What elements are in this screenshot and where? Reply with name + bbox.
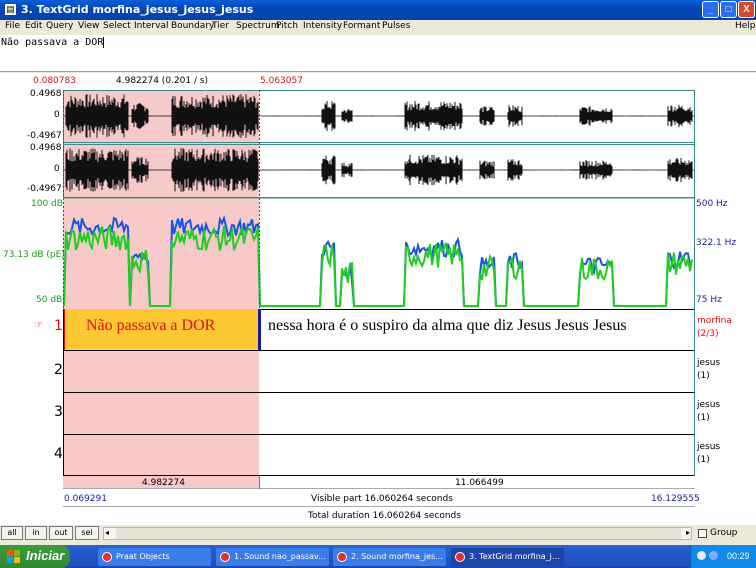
group-label: Group bbox=[710, 528, 738, 538]
tier-3[interactable] bbox=[63, 392, 695, 434]
tier-3-number[interactable]: 3 bbox=[54, 404, 63, 420]
taskbar-item-label: 2. Sound morfina_jes... bbox=[351, 552, 443, 561]
minimize-button[interactable]: _ bbox=[702, 1, 719, 18]
windows-flag-icon bbox=[7, 550, 20, 563]
menu-intensity[interactable]: Intensity bbox=[303, 21, 342, 31]
volume-icon[interactable] bbox=[697, 551, 706, 560]
start-button[interactable]: Iniciar bbox=[0, 545, 70, 568]
taskbar-item-sound-1[interactable]: 1. Sound nao_passav... bbox=[216, 548, 329, 566]
interval-text-field[interactable]: Não passava a DOR bbox=[0, 35, 756, 72]
zoom-selection-button[interactable]: sel bbox=[75, 526, 99, 540]
horizontal-scrollbar[interactable]: ◂ ▸ bbox=[103, 527, 692, 540]
menu-edit[interactable]: Edit bbox=[25, 21, 42, 31]
menu-bar: File Edit Query View Select Interval Bou… bbox=[0, 20, 756, 34]
tier-4-name: jesus bbox=[697, 442, 721, 452]
intensity-curve bbox=[63, 225, 693, 307]
menu-spectrum[interactable]: Spectrum bbox=[236, 21, 280, 31]
menu-pulses[interactable]: Pulses bbox=[382, 21, 410, 31]
menu-boundary[interactable]: Boundary bbox=[171, 21, 214, 31]
visible-end-time: 16.129555 bbox=[651, 494, 700, 504]
taskbar-item-label: 3. TextGrid morfina_j... bbox=[469, 552, 560, 561]
hand-pointer-icon: ☞ bbox=[34, 320, 43, 331]
title-bar[interactable]: ▤ 3. TextGrid morfina_jesus_jesus_jesus … bbox=[0, 0, 756, 20]
tier-4[interactable] bbox=[63, 434, 695, 476]
tier-1-name: morfina bbox=[697, 316, 732, 326]
tier-left-edge bbox=[63, 309, 64, 476]
total-duration-label: Total duration 16.060264 seconds bbox=[308, 511, 461, 521]
system-tray: 00:29 bbox=[690, 545, 756, 568]
tier-2[interactable] bbox=[63, 350, 695, 392]
scroll-right-icon[interactable]: ▸ bbox=[686, 528, 690, 537]
tier1-interval-1-text: Não passava a DOR bbox=[86, 317, 216, 334]
text-caret bbox=[103, 37, 111, 48]
menu-select[interactable]: Select bbox=[103, 21, 131, 31]
remaining-duration-label: 11.066499 bbox=[455, 478, 504, 488]
group-checkbox[interactable] bbox=[698, 529, 707, 538]
tier-3-name: jesus bbox=[697, 400, 721, 410]
tier-1-number[interactable]: 1 bbox=[54, 318, 63, 334]
tier1-interval-2-text: nessa hora é o suspiro da alma que diz J… bbox=[268, 317, 627, 334]
menu-help[interactable]: Help bbox=[735, 21, 756, 31]
menu-file[interactable]: File bbox=[5, 21, 20, 31]
taskbar: Iniciar Praat Objects 1. Sound nao_passa… bbox=[0, 545, 756, 568]
menu-formant[interactable]: Formant bbox=[343, 21, 380, 31]
duration-divider bbox=[259, 476, 260, 489]
selected-duration-label: 4.982274 bbox=[142, 478, 185, 488]
waveform-traces bbox=[63, 94, 694, 192]
tier-4-number[interactable]: 4 bbox=[54, 446, 63, 462]
tier-3-info: (1) bbox=[697, 413, 710, 423]
network-icon[interactable] bbox=[709, 551, 718, 560]
editor-area[interactable]: 0.080783 4.982274 (0.201 / s) 5.063057 0… bbox=[0, 73, 756, 525]
tier-4-info: (1) bbox=[697, 455, 710, 465]
tier-1-info: (2/3) bbox=[697, 329, 719, 339]
praat-icon bbox=[455, 552, 465, 562]
zoom-in-button[interactable]: in bbox=[25, 526, 47, 540]
tier-2-number[interactable]: 2 bbox=[54, 362, 63, 378]
taskbar-item-sound-2[interactable]: 2. Sound morfina_jes... bbox=[333, 548, 446, 566]
menu-query[interactable]: Query bbox=[46, 21, 73, 31]
intensity-pitch-curves bbox=[63, 214, 693, 307]
maximize-button[interactable]: □ bbox=[720, 1, 737, 18]
tier-2-name: jesus bbox=[697, 358, 721, 368]
menu-view[interactable]: View bbox=[78, 21, 99, 31]
clock[interactable]: 00:29 bbox=[727, 551, 750, 561]
pitch-curve bbox=[63, 214, 693, 307]
praat-icon bbox=[220, 552, 230, 562]
window-title: 3. TextGrid morfina_jesus_jesus_jesus bbox=[21, 3, 254, 16]
praat-window: ▤ 3. TextGrid morfina_jesus_jesus_jesus … bbox=[0, 0, 756, 568]
interval-text-value: Não passava a DOR bbox=[1, 37, 104, 48]
praat-icon bbox=[337, 552, 347, 562]
visible-start-time: 0.069291 bbox=[64, 494, 107, 504]
bottom-controls: all in out sel ◂ ▸ Group bbox=[0, 525, 756, 543]
zoom-out-button[interactable]: out bbox=[49, 526, 73, 540]
menu-interval[interactable]: Interval bbox=[134, 21, 168, 31]
start-label: Iniciar bbox=[26, 548, 65, 563]
menu-tier[interactable]: Tier bbox=[212, 21, 229, 31]
visible-part-label: Visible part 16.060264 seconds bbox=[311, 494, 453, 504]
scroll-left-icon[interactable]: ◂ bbox=[105, 528, 109, 537]
scrollbar-thumb[interactable] bbox=[116, 528, 681, 539]
tier-2-info: (1) bbox=[697, 371, 710, 381]
taskbar-item-praat-objects[interactable]: Praat Objects bbox=[98, 548, 211, 566]
app-icon: ▤ bbox=[4, 3, 17, 16]
taskbar-item-label: Praat Objects bbox=[116, 552, 170, 561]
tier1-boundary[interactable] bbox=[258, 309, 261, 350]
menu-pitch[interactable]: Pitch bbox=[276, 21, 298, 31]
zoom-all-button[interactable]: all bbox=[1, 526, 23, 540]
praat-icon bbox=[102, 552, 112, 562]
tier-right-edge bbox=[694, 90, 695, 476]
taskbar-item-textgrid[interactable]: 3. TextGrid morfina_j... bbox=[451, 548, 564, 566]
close-button[interactable]: X bbox=[738, 1, 755, 18]
taskbar-item-label: 1. Sound nao_passav... bbox=[234, 552, 326, 561]
